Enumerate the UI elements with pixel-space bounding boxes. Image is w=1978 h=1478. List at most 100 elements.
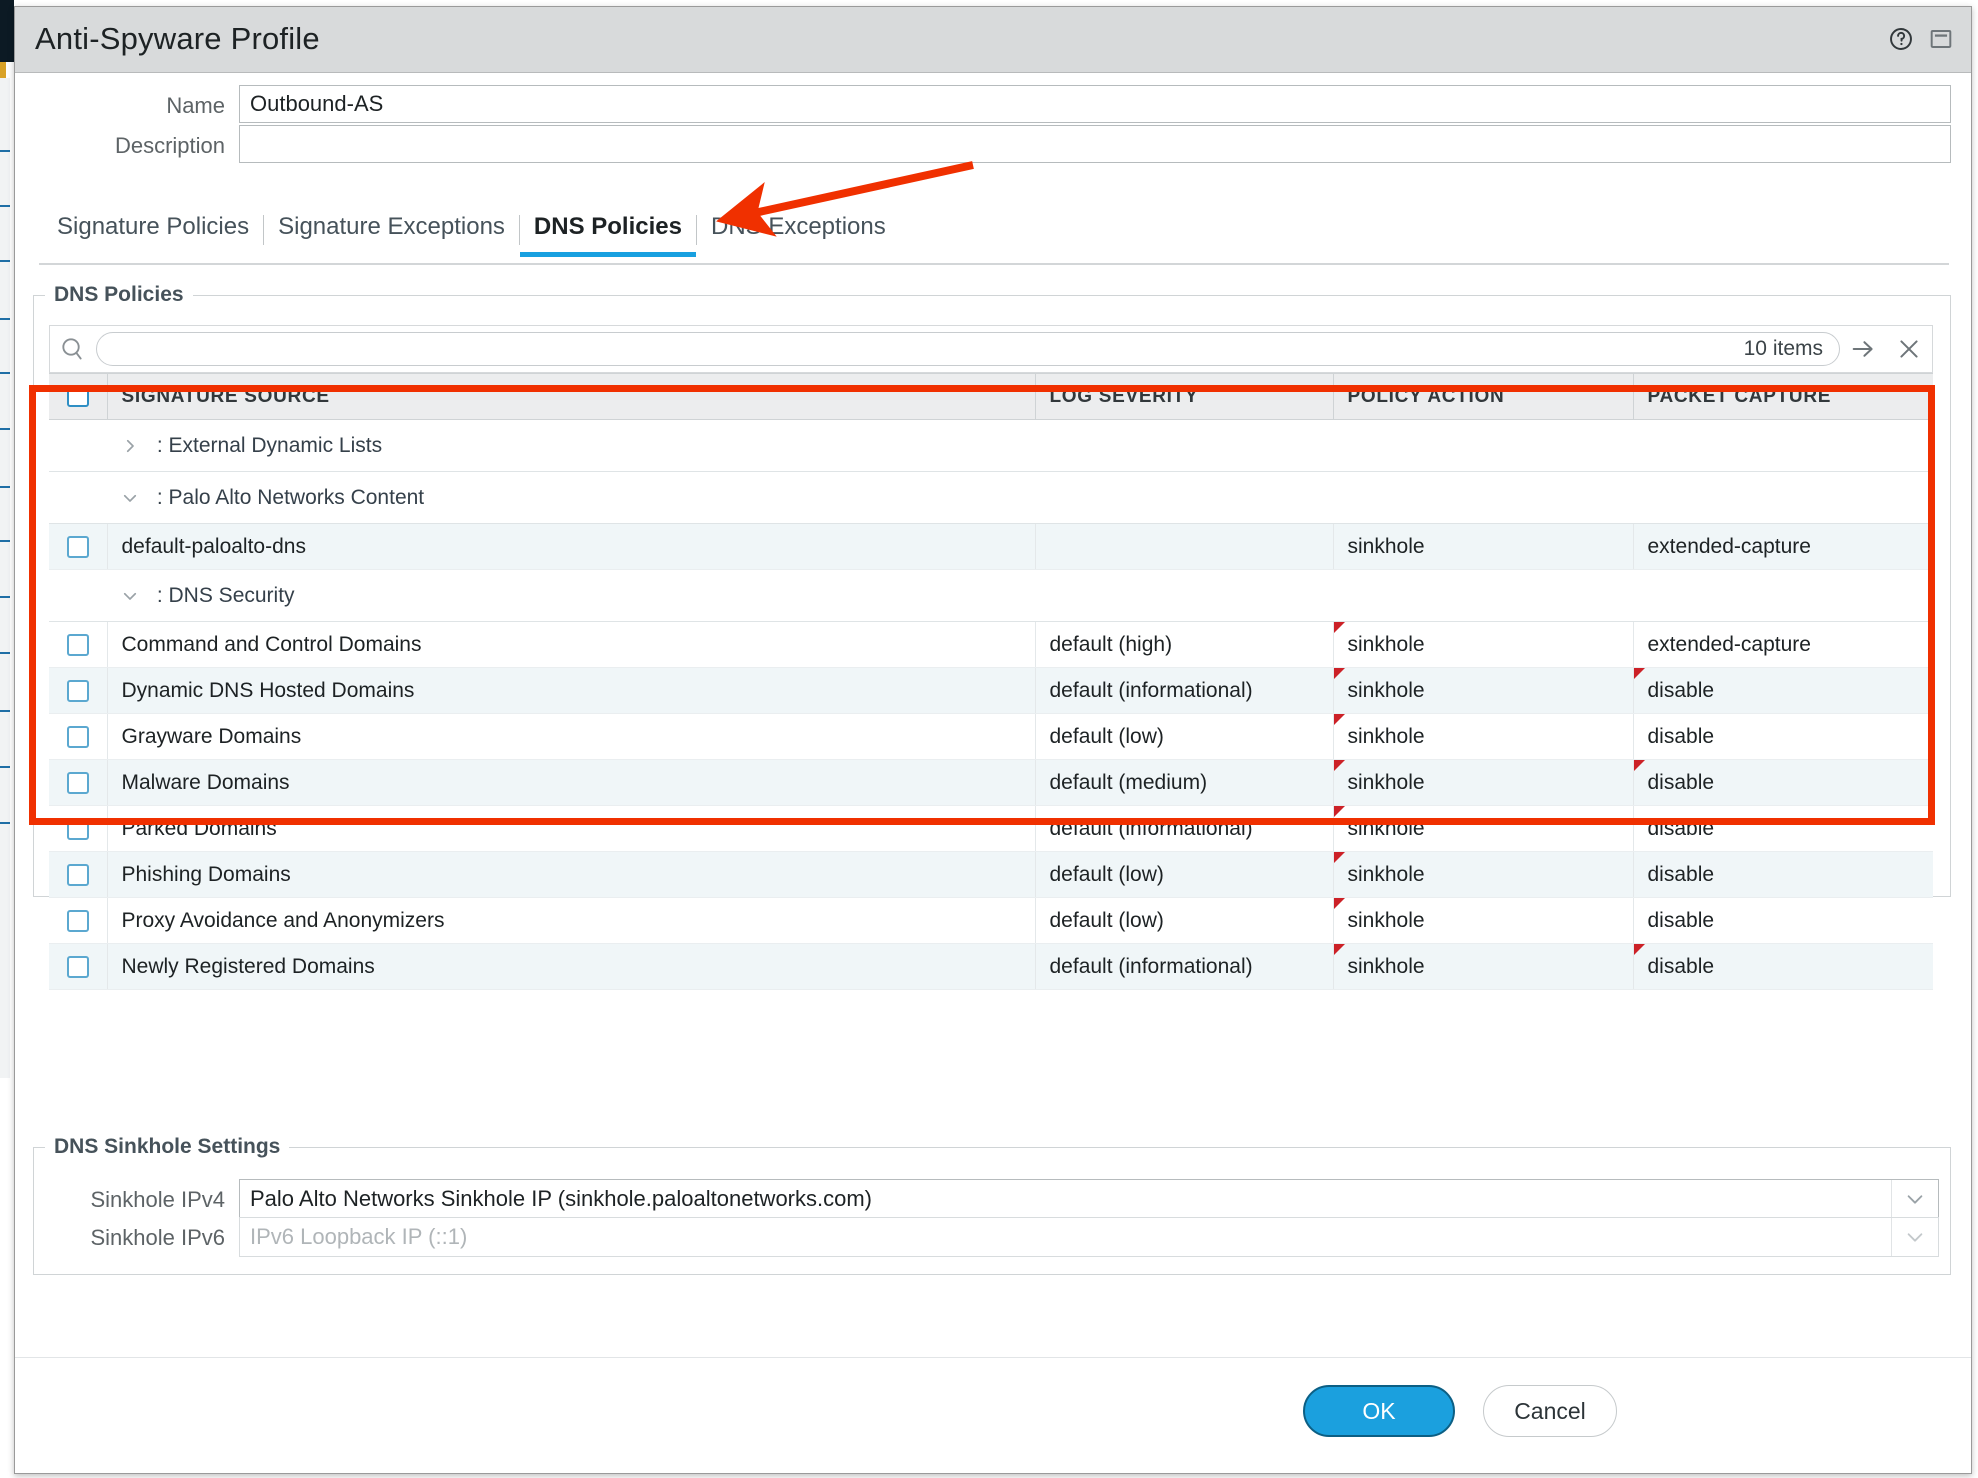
tab-dns-exceptions[interactable]: DNS Exceptions: [697, 211, 900, 255]
cell-policy-action[interactable]: sinkhole: [1333, 851, 1634, 898]
cell-log-severity[interactable]: default (informational): [1035, 943, 1334, 990]
close-x-icon[interactable]: [1886, 335, 1932, 363]
search-pill[interactable]: 10 items: [96, 332, 1840, 366]
cell-packet-capture[interactable]: disable: [1633, 713, 1933, 760]
table-row[interactable]: Proxy Avoidance and Anonymizers default …: [49, 897, 1933, 944]
name-input[interactable]: [239, 85, 1951, 123]
chevron-down-icon[interactable]: [1891, 1180, 1938, 1218]
cell-policy-action[interactable]: sinkhole: [1333, 805, 1634, 852]
group-label: : Palo Alto Networks Content: [156, 485, 425, 509]
cell-log-severity[interactable]: default (low): [1035, 851, 1334, 898]
cell-packet-capture[interactable]: extended-capture: [1633, 523, 1933, 570]
row-checkbox[interactable]: [66, 725, 89, 748]
column-header-signature-source[interactable]: SIGNATURE SOURCE: [107, 373, 1036, 420]
column-header-packet-capture[interactable]: PACKET CAPTURE: [1633, 373, 1933, 420]
group-label-cell[interactable]: : External Dynamic Lists: [107, 419, 1933, 472]
select-all-checkbox[interactable]: [66, 385, 89, 408]
row-checkbox[interactable]: [66, 863, 89, 886]
row-select-cell: [49, 851, 108, 898]
row-select-cell: [49, 897, 108, 944]
cell-log-severity[interactable]: default (medium): [1035, 759, 1334, 806]
row-checkbox[interactable]: [66, 679, 89, 702]
dns-policies-table: SIGNATURE SOURCE LOG SEVERITY POLICY ACT…: [49, 373, 1933, 1024]
table-group-row[interactable]: : DNS Security: [49, 569, 1933, 622]
tab-signature-exceptions[interactable]: Signature Exceptions: [264, 211, 519, 255]
row-checkbox[interactable]: [66, 633, 89, 656]
group-label-cell[interactable]: : Palo Alto Networks Content: [107, 471, 1933, 524]
table-row[interactable]: Dynamic DNS Hosted Domains default (info…: [49, 667, 1933, 714]
row-select-cell: [49, 621, 108, 668]
search-icon: [50, 335, 96, 363]
row-checkbox[interactable]: [66, 535, 89, 558]
window-restore-icon[interactable]: [1927, 25, 1955, 53]
background-accent-bar: [0, 62, 6, 78]
search-input[interactable]: [113, 333, 1744, 365]
select-all-header: [49, 373, 108, 420]
cell-log-severity[interactable]: default (low): [1035, 713, 1334, 760]
cell-signature-source: Command and Control Domains: [107, 621, 1036, 668]
table-row[interactable]: Grayware Domains default (low) sinkhole …: [49, 713, 1933, 760]
table-row[interactable]: Newly Registered Domains default (inform…: [49, 943, 1933, 990]
ok-button[interactable]: OK: [1303, 1385, 1455, 1437]
cell-policy-action[interactable]: sinkhole: [1333, 759, 1634, 806]
table-row[interactable]: Command and Control Domains default (hig…: [49, 621, 1933, 668]
cell-packet-capture[interactable]: disable: [1633, 897, 1933, 944]
sinkhole-ipv6-select[interactable]: IPv6 Loopback IP (::1): [239, 1217, 1939, 1257]
cell-packet-capture[interactable]: disable: [1633, 805, 1933, 852]
cell-log-severity[interactable]: [1035, 523, 1334, 570]
group-label-cell[interactable]: : DNS Security: [107, 569, 1933, 622]
table-empty-strip: [49, 989, 1933, 1024]
cell-packet-capture[interactable]: disable: [1633, 943, 1933, 990]
cell-log-severity[interactable]: default (low): [1035, 897, 1334, 944]
cell-policy-action[interactable]: sinkhole: [1333, 523, 1634, 570]
description-input[interactable]: [239, 125, 1951, 163]
column-header-policy-action[interactable]: POLICY ACTION: [1333, 373, 1634, 420]
table-row[interactable]: Phishing Domains default (low) sinkhole …: [49, 851, 1933, 898]
background-nav-line: [0, 710, 10, 712]
background-nav-line: [0, 540, 10, 542]
background-sidenav: [0, 78, 10, 1078]
cancel-button[interactable]: Cancel: [1483, 1385, 1617, 1437]
background-nav-line: [0, 260, 10, 262]
footer-divider: [15, 1357, 1971, 1358]
row-select-cell: [49, 943, 108, 990]
column-header-log-severity[interactable]: LOG SEVERITY: [1035, 373, 1334, 420]
cell-packet-capture[interactable]: disable: [1633, 667, 1933, 714]
chevron-down-icon[interactable]: [121, 587, 143, 605]
chevron-right-icon[interactable]: [121, 437, 143, 455]
cell-log-severity[interactable]: default (high): [1035, 621, 1334, 668]
cell-signature-source: Parked Domains: [107, 805, 1036, 852]
cell-policy-action[interactable]: sinkhole: [1333, 713, 1634, 760]
cell-policy-action[interactable]: sinkhole: [1333, 667, 1634, 714]
arrow-right-icon[interactable]: [1840, 335, 1886, 363]
table-header-row: SIGNATURE SOURCE LOG SEVERITY POLICY ACT…: [49, 373, 1933, 420]
table-row[interactable]: default-paloalto-dns sinkhole extended-c…: [49, 523, 1933, 570]
table-row[interactable]: Parked Domains default (informational) s…: [49, 805, 1933, 852]
cell-log-severity[interactable]: default (informational): [1035, 667, 1334, 714]
description-label: Description: [114, 133, 225, 158]
dialog-titlebar: Anti-Spyware Profile: [15, 7, 1971, 73]
table-group-row[interactable]: : Palo Alto Networks Content: [49, 471, 1933, 524]
row-checkbox[interactable]: [66, 955, 89, 978]
cell-packet-capture[interactable]: disable: [1633, 851, 1933, 898]
sinkhole-ipv4-select[interactable]: Palo Alto Networks Sinkhole IP (sinkhole…: [239, 1179, 1939, 1219]
cell-packet-capture[interactable]: disable: [1633, 759, 1933, 806]
chevron-down-icon[interactable]: [121, 489, 143, 507]
cell-policy-action[interactable]: sinkhole: [1333, 943, 1634, 990]
row-checkbox[interactable]: [66, 817, 89, 840]
row-checkbox[interactable]: [66, 771, 89, 794]
table-group-row[interactable]: : External Dynamic Lists: [49, 419, 1933, 472]
cell-policy-action[interactable]: sinkhole: [1333, 621, 1634, 668]
row-checkbox[interactable]: [66, 909, 89, 932]
table-row[interactable]: Malware Domains default (medium) sinkhol…: [49, 759, 1933, 806]
cell-policy-action[interactable]: sinkhole: [1333, 897, 1634, 944]
chevron-down-icon[interactable]: [1891, 1218, 1938, 1256]
tab-dns-policies[interactable]: DNS Policies: [519, 211, 697, 257]
help-circle-icon[interactable]: [1887, 25, 1915, 53]
row-select-cell: [49, 805, 108, 852]
background-nav-line: [0, 822, 10, 824]
cell-log-severity[interactable]: default (informational): [1035, 805, 1334, 852]
group-spacer: [49, 419, 107, 472]
tab-signature-policies[interactable]: Signature Policies: [43, 211, 263, 255]
cell-packet-capture[interactable]: extended-capture: [1633, 621, 1933, 668]
